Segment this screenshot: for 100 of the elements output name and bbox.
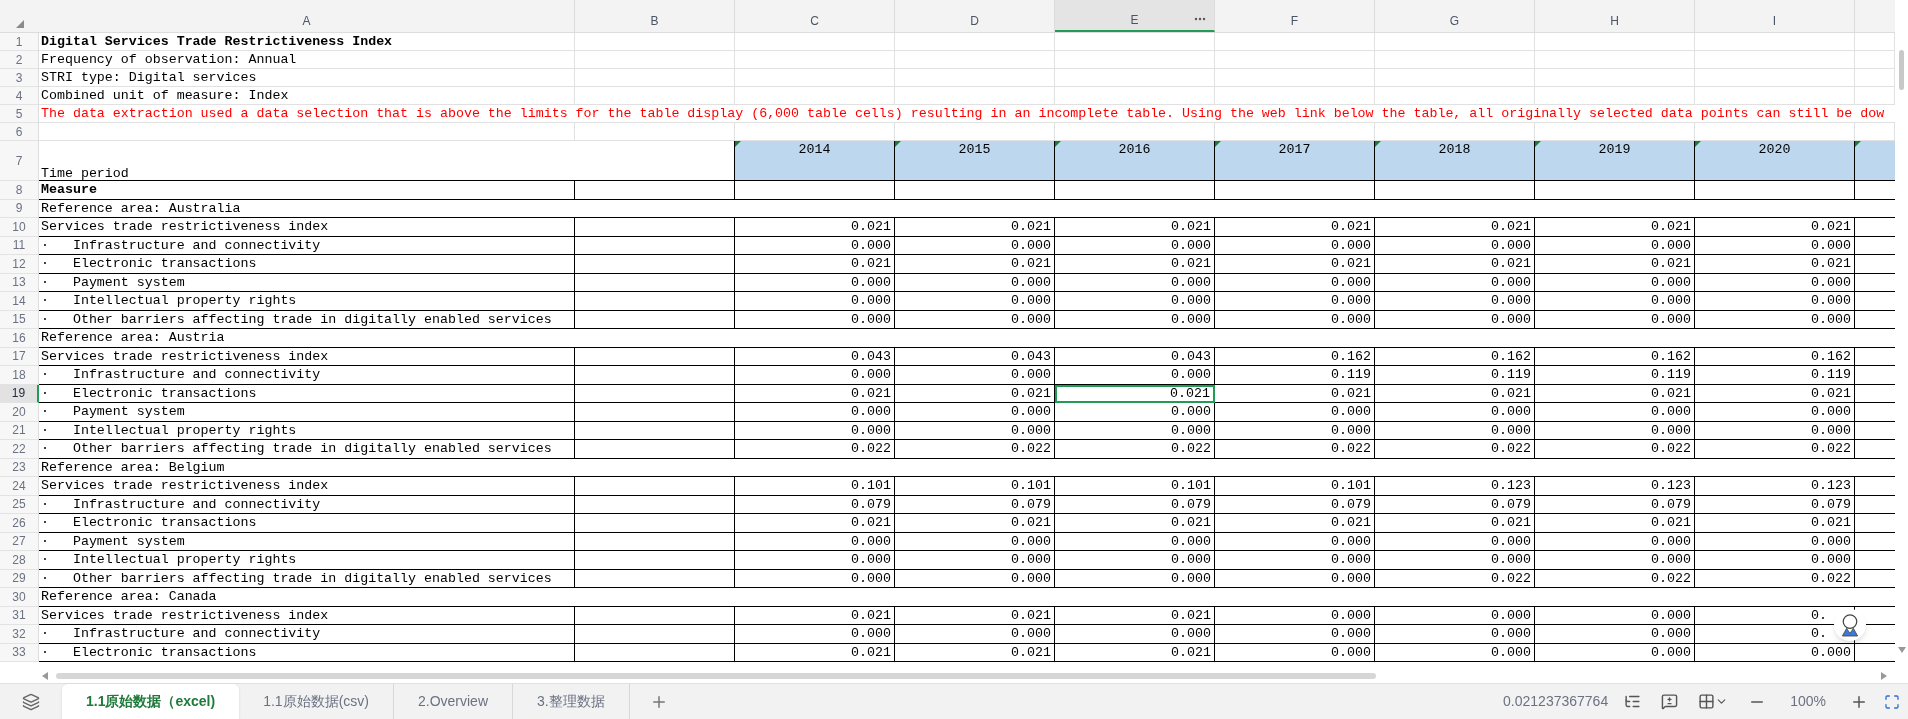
cell-text: · Electronic transactions (41, 386, 257, 400)
cell-text: · Payment system (41, 405, 185, 419)
number-cell: 0.021 (735, 384, 895, 403)
number-cell: 0.021 (1695, 218, 1855, 237)
cell-text: Combined unit of measure: Index (41, 88, 289, 103)
number-cell: 0.000 (1375, 606, 1535, 625)
row-number[interactable]: 6 (0, 123, 39, 141)
number-cell: 0.000 (1215, 421, 1375, 440)
number-cell: 0.000 (1695, 236, 1855, 255)
row-number[interactable]: 28 (0, 551, 39, 570)
number-cell: 0.000 (1055, 625, 1215, 644)
horizontal-scrollbar[interactable] (56, 673, 1376, 679)
scroll-left-icon[interactable] (42, 672, 48, 680)
number-cell: 0.000 (1055, 310, 1215, 329)
row-number[interactable]: 26 (0, 514, 39, 533)
cell-text: Reference area: Canada (41, 590, 217, 604)
outline-icon[interactable] (1624, 693, 1642, 710)
cell-text: · Other barriers affecting trade in digitally enabled services (41, 442, 552, 456)
number-cell: 0.000 (735, 236, 895, 255)
row-number[interactable]: 24 (0, 477, 39, 496)
number-cell: 0.021 (1215, 514, 1375, 533)
number-cell: 0.043 (735, 347, 895, 366)
number-cell: 0.021 (1535, 255, 1695, 274)
number-cell: 0.000 (1055, 421, 1215, 440)
row-number[interactable]: 16 (0, 329, 39, 348)
cell-text: · Other barriers affecting trade in digitally enabled services (41, 571, 552, 585)
number-cell: 0.000 (895, 532, 1055, 551)
more-icon[interactable] (1194, 17, 1206, 21)
sheet-tab[interactable]: 1.1原始数据（excel) (62, 684, 240, 719)
column-header[interactable]: E (1055, 0, 1215, 32)
sheet-tab[interactable]: 2.Overview (393, 684, 513, 719)
row-number[interactable]: 10 (0, 218, 39, 237)
number-cell: 0.000 (1535, 421, 1695, 440)
row-number[interactable]: 22 (0, 440, 39, 459)
sheet-tab[interactable]: 1.1原始数据(csv) (239, 684, 394, 719)
number-cell: 0.000 (735, 273, 895, 292)
number-cell: 0.000 (895, 569, 1055, 588)
cell-text: Reference area: Belgium (41, 460, 225, 474)
number-cell: 0.021 (1055, 514, 1215, 533)
row-number[interactable]: 8 (0, 181, 39, 200)
number-cell: 0.000 (735, 292, 895, 311)
vertical-scrollbar[interactable] (1899, 50, 1904, 90)
row-number[interactable]: 7 (0, 141, 39, 181)
cell-text: · Payment system (41, 275, 185, 289)
number-cell: 0.000 (1535, 236, 1695, 255)
number-cell: 0.000 (735, 366, 895, 385)
number-cell: 0.021 (735, 218, 895, 237)
number-cell: 0.000 (735, 625, 895, 644)
row-number[interactable]: 30 (0, 588, 39, 607)
number-cell: 0.119 (1695, 366, 1855, 385)
number-cell: 0.162 (1695, 347, 1855, 366)
layers-icon[interactable] (22, 692, 40, 711)
number-cell: 0.021 (895, 218, 1055, 237)
row-number[interactable]: 2 (0, 51, 39, 69)
scroll-down-icon[interactable] (1897, 647, 1906, 653)
number-cell: 0.000 (1695, 532, 1855, 551)
column-header[interactable]: F (1215, 0, 1375, 32)
number-cell: 0.162 (1375, 347, 1535, 366)
column-header[interactable]: C (735, 0, 895, 32)
number-cell: 0.021 (735, 255, 895, 274)
scroll-right-icon[interactable] (1881, 672, 1887, 680)
row-number[interactable]: 18 (0, 366, 39, 385)
number-cell: 0.021 (1055, 255, 1215, 274)
row-number[interactable]: 5 (0, 105, 39, 123)
number-cell: 0.000 (895, 403, 1055, 422)
number-cell: 0.000 (1375, 273, 1535, 292)
cell-text: Reference area: Austria (41, 331, 225, 345)
row-number[interactable]: 3 (0, 69, 39, 87)
number-cell: 0.162 (1215, 347, 1375, 366)
number-cell: 0.000 (1055, 273, 1215, 292)
number-cell: 0.079 (1215, 495, 1375, 514)
row-number[interactable]: 1 (0, 33, 39, 51)
row-number[interactable]: 14 (0, 292, 39, 311)
number-cell: 0.123 (1695, 477, 1855, 496)
warning-text: The data extraction used a data selection that is above the limits for the table display (6,000 table cells) resulting in an incomplete table. Using the web link below the table, all originally selected data points can still be dow (41, 106, 1885, 121)
column-header[interactable]: G (1375, 0, 1535, 32)
number-cell: 0.000 (1215, 292, 1375, 311)
cell-text: Digital Services Trade Restrictiveness Index (41, 34, 393, 49)
sheet-tab[interactable]: 3.整理数据 (513, 684, 630, 719)
number-cell: 0.000 (895, 551, 1055, 570)
fullscreen-icon[interactable] (1884, 693, 1900, 710)
assistant-icon[interactable] (1834, 609, 1866, 641)
column-header[interactable]: I (1695, 0, 1855, 32)
row-number[interactable]: 4 (0, 87, 39, 105)
number-cell: 0.000 (1375, 421, 1535, 440)
number-cell: 0.021 (895, 384, 1055, 403)
row-number[interactable]: 32 (0, 625, 39, 644)
column-header[interactable]: A (39, 0, 575, 32)
row-number[interactable]: 20 (0, 403, 39, 422)
comment-icon[interactable] (1661, 693, 1679, 710)
number-cell: 0.000 (1535, 606, 1695, 625)
row-number[interactable]: 12 (0, 255, 39, 274)
number-cell: 0.000 (1535, 625, 1695, 644)
column-header[interactable]: H (1535, 0, 1695, 32)
number-cell: 0.000 (1695, 292, 1855, 311)
cell-text: Services trade restrictiveness index (41, 608, 329, 622)
select-all-icon[interactable] (15, 20, 24, 28)
freeze-icon[interactable] (1698, 693, 1716, 710)
column-header[interactable]: B (575, 0, 735, 32)
number-cell: 0.000 (1375, 310, 1535, 329)
